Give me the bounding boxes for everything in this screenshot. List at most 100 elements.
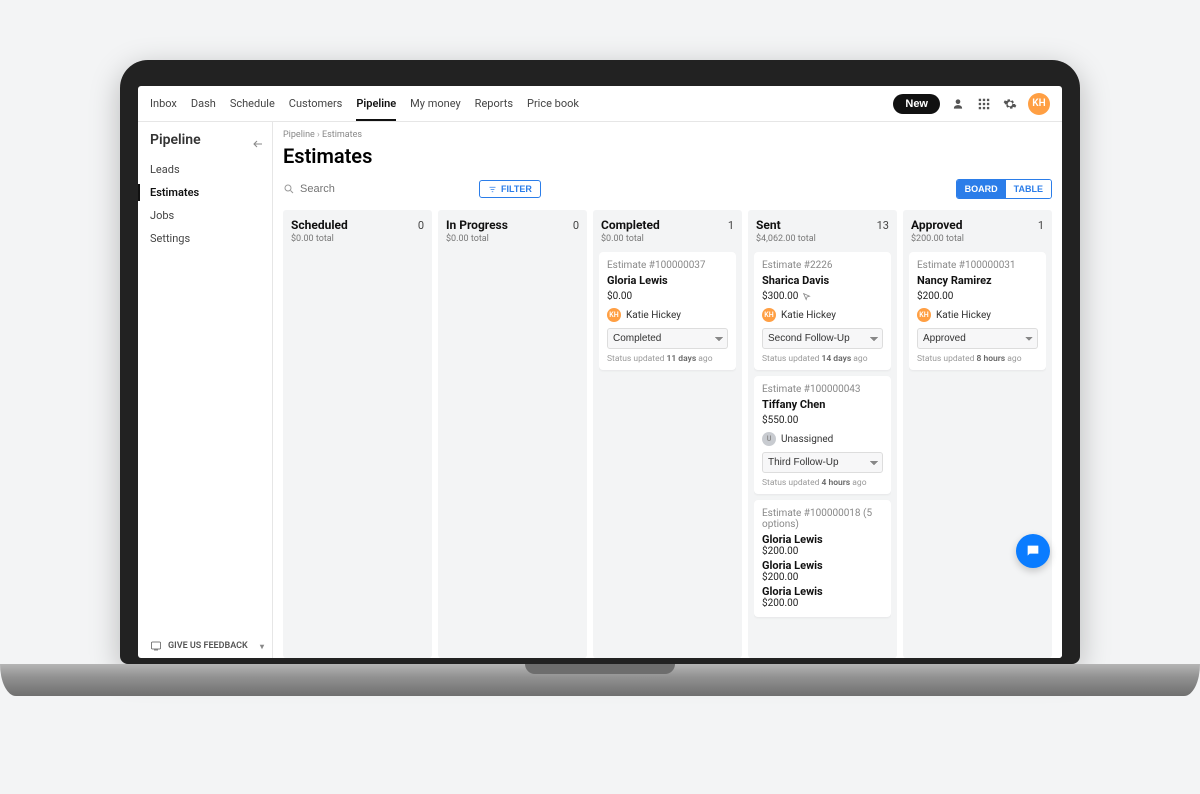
nav-schedule[interactable]: Schedule [230,97,275,110]
filter-button[interactable]: FILTER [479,180,541,198]
card-customer: Gloria Lewis [762,559,883,572]
nav-reports[interactable]: Reports [475,97,513,110]
breadcrumb: PipelineEstimates [283,130,1052,140]
card-status-select[interactable]: Completed [607,328,728,349]
board-column: Completed 1 $0.00 total Estimate #100000… [593,210,742,658]
breadcrumb-pipeline[interactable]: Pipeline [283,130,315,140]
toolbar: FILTER BOARD TABLE [283,178,1052,200]
nav-price-book[interactable]: Price book [527,97,579,110]
nav-right: New KH [893,93,1050,115]
sidebar: Pipeline Leads Estimates Jobs Settings G… [138,122,273,658]
card-amount: $200.00 [762,572,883,583]
card-status-select[interactable]: Second Follow-Up [762,328,883,349]
card-amount: $0.00 [607,291,728,302]
assignee-avatar: KH [917,308,931,322]
assignee-avatar: U [762,432,776,446]
card-id: Estimate #100000031 [917,260,1038,271]
search-input[interactable] [300,183,473,195]
column-title: Sent [756,218,781,232]
card-status-select[interactable]: Approved [917,328,1038,349]
column-total: $0.00 total [444,232,581,252]
card-customer: Tiffany Chen [762,398,883,411]
card-amount: $200.00 [762,546,883,557]
card-assignee: KH Katie Hickey [607,308,728,322]
card-assignee: KH Katie Hickey [762,308,883,322]
nav-links: Inbox Dash Schedule Customers Pipeline M… [150,97,579,110]
page-title: Estimates [283,144,1052,168]
card-updated: Status updated 4 hours ago [762,478,883,488]
column-count: 1 [728,219,734,232]
column-count: 13 [877,219,889,232]
assignee-avatar: KH [607,308,621,322]
breadcrumb-estimates: Estimates [315,130,362,140]
card-id: Estimate #2226 [762,260,883,271]
estimate-card[interactable]: Estimate #100000031 Nancy Ramirez $200.0… [909,252,1046,370]
new-button[interactable]: New [893,94,940,114]
filter-icon [488,185,497,194]
card-id: Estimate #100000018 (5 options) [762,508,883,530]
view-board-button[interactable]: BOARD [957,180,1006,198]
card-amount: $300.00 [762,291,883,302]
board-column: Scheduled 0 $0.00 total [283,210,432,658]
nav-dash[interactable]: Dash [191,97,216,110]
card-amount: $200.00 [917,291,1038,302]
nav-my-money[interactable]: My money [410,97,461,110]
user-avatar[interactable]: KH [1028,93,1050,115]
nav-inbox[interactable]: Inbox [150,97,177,110]
assignee-name: Katie Hickey [936,310,991,321]
board-column: In Progress 0 $0.00 total [438,210,587,658]
estimate-card[interactable]: Estimate #100000018 (5 options) Gloria Le… [754,500,891,617]
card-assignee: KH Katie Hickey [917,308,1038,322]
give-feedback-button[interactable]: GIVE US FEEDBACK ▾ [150,640,264,652]
card-status-select[interactable]: Third Follow-Up [762,452,883,473]
assignee-name: Katie Hickey [781,310,836,321]
column-count: 0 [418,219,424,232]
column-count: 0 [573,219,579,232]
column-title: Scheduled [291,218,348,232]
sidebar-item-leads[interactable]: Leads [150,158,272,181]
column-total: $0.00 total [289,232,426,252]
card-id: Estimate #100000037 [607,260,728,271]
card-amount: $200.00 [762,598,883,609]
column-title: Approved [911,218,963,232]
card-customer: Gloria Lewis [607,274,728,287]
nav-pipeline[interactable]: Pipeline [356,97,396,110]
estimate-card[interactable]: Estimate #100000043 Tiffany Chen $550.00… [754,376,891,494]
card-customer: Gloria Lewis [762,585,883,598]
cursor-icon [802,292,812,302]
column-title: In Progress [446,218,508,232]
apps-grid-icon[interactable] [976,96,992,112]
board-column: Sent 13 $4,062.00 total Estimate #2226 S… [748,210,897,658]
sidebar-item-estimates[interactable]: Estimates [150,181,272,204]
card-assignee: U Unassigned [762,432,883,446]
column-total: $0.00 total [599,232,736,252]
sidebar-item-settings[interactable]: Settings [150,227,272,250]
assignee-name: Katie Hickey [626,310,681,321]
gear-icon[interactable] [1002,96,1018,112]
card-updated: Status updated 8 hours ago [917,354,1038,364]
chevron-down-icon: ▾ [260,642,264,651]
assignee-avatar: KH [762,308,776,322]
chat-bubble-icon[interactable] [1016,534,1050,568]
column-title: Completed [601,218,660,232]
main-content: PipelineEstimates Estimates FILTER [273,122,1062,658]
feedback-label: GIVE US FEEDBACK [168,641,248,651]
view-table-button[interactable]: TABLE [1006,180,1051,198]
assignee-name: Unassigned [781,434,833,445]
nav-customers[interactable]: Customers [289,97,343,110]
board-column: Approved 1 $200.00 total Estimate #10000… [903,210,1052,658]
laptop-base [0,664,1200,696]
sidebar-title: Pipeline [150,132,201,148]
column-total: $4,062.00 total [754,232,891,252]
sidebar-item-jobs[interactable]: Jobs [150,204,272,227]
search-icon [283,183,295,195]
estimate-card[interactable]: Estimate #100000037 Gloria Lewis $0.00 K… [599,252,736,370]
card-amount: $550.00 [762,415,883,426]
estimate-card[interactable]: Estimate #2226 Sharica Davis $300.00 KH … [754,252,891,370]
card-updated: Status updated 11 days ago [607,354,728,364]
card-customer: Sharica Davis [762,274,883,287]
board: Scheduled 0 $0.00 total In Progress 0 $0… [283,210,1052,658]
person-icon[interactable] [950,96,966,112]
search-input-wrap [283,178,473,200]
collapse-sidebar-icon[interactable] [252,138,264,153]
